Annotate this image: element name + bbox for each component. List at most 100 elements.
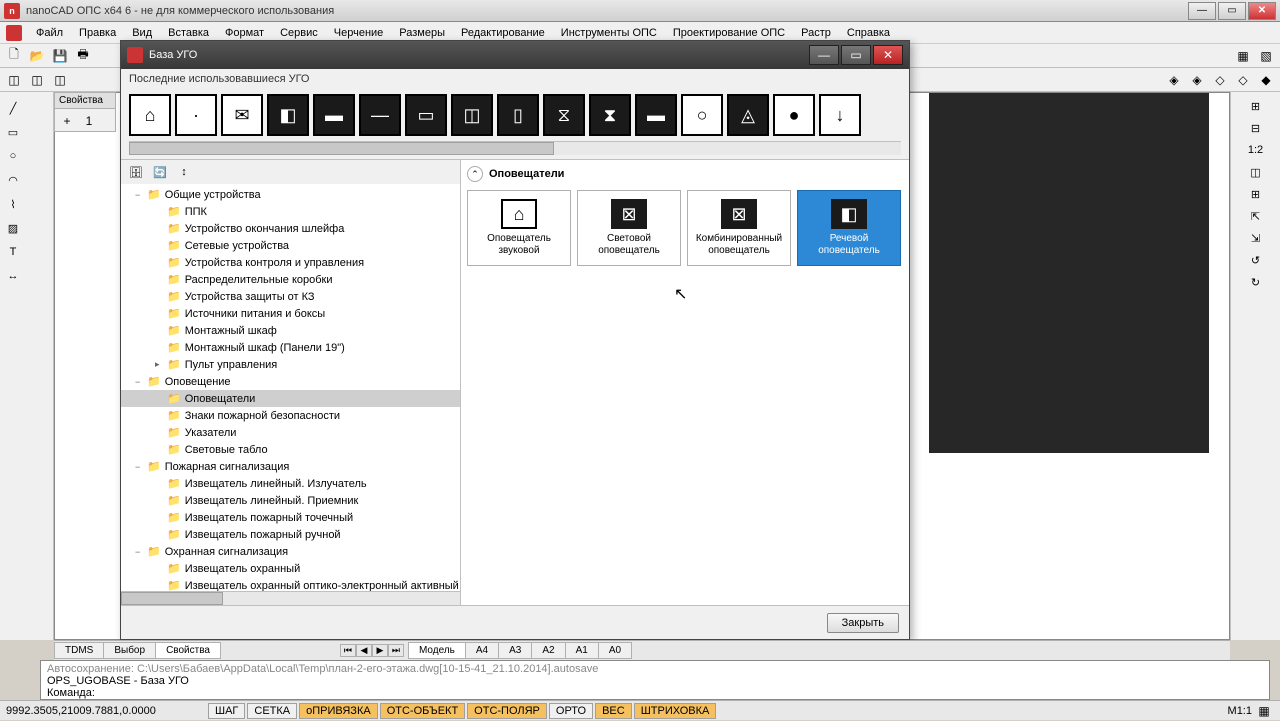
status-toggle[interactable]: ШАГ bbox=[208, 703, 245, 719]
recent-item[interactable]: — bbox=[359, 94, 401, 136]
menu-item[interactable]: Файл bbox=[28, 25, 71, 41]
status-toggle[interactable]: ОТС-ОБЪЕКТ bbox=[380, 703, 465, 719]
rt4-icon[interactable]: ⊞ bbox=[1245, 184, 1267, 204]
close-button[interactable]: ✕ bbox=[1248, 2, 1276, 20]
layers2-icon[interactable]: ▧ bbox=[1256, 46, 1276, 66]
recent-item[interactable]: ⧗ bbox=[589, 94, 631, 136]
menu-item[interactable]: Формат bbox=[217, 25, 272, 41]
tree-node[interactable]: 📁Источники питания и боксы bbox=[121, 305, 460, 322]
cube4-icon[interactable]: ◇ bbox=[1233, 70, 1253, 90]
panel-tab[interactable]: Выбор bbox=[103, 642, 156, 659]
status-toggle[interactable]: ШТРИХОВКА bbox=[634, 703, 717, 719]
dialog-close-button[interactable]: ✕ bbox=[873, 45, 903, 65]
menu-item[interactable]: Растр bbox=[793, 25, 839, 41]
db2-icon[interactable]: ◫ bbox=[27, 70, 47, 90]
prop-add-icon[interactable]: + bbox=[57, 111, 77, 131]
tree-node[interactable]: 📁Извещатель охранный bbox=[121, 560, 460, 577]
layers-icon[interactable]: ▦ bbox=[1233, 46, 1253, 66]
tree-node[interactable]: 📁Извещатель линейный. Излучатель bbox=[121, 475, 460, 492]
tree-node[interactable]: 📁Указатели bbox=[121, 424, 460, 441]
db3-icon[interactable]: ◫ bbox=[50, 70, 70, 90]
close-dialog-button[interactable]: Закрыть bbox=[827, 613, 899, 633]
menu-item[interactable]: Инструменты ОПС bbox=[553, 25, 665, 41]
status-toggle[interactable]: ОТС-ПОЛЯР bbox=[467, 703, 547, 719]
grid-item[interactable]: ⊠Комбинированный оповещатель bbox=[687, 190, 791, 266]
tree-node[interactable]: 📁Световые табло bbox=[121, 441, 460, 458]
rt7-icon[interactable]: ↺ bbox=[1245, 250, 1267, 270]
sheet-tab[interactable]: A4 bbox=[465, 642, 499, 659]
menu-item[interactable]: Проектирование ОПС bbox=[665, 25, 793, 41]
tree-node[interactable]: 📁Извещатель пожарный точечный bbox=[121, 509, 460, 526]
rect-icon[interactable]: ▭ bbox=[2, 121, 24, 143]
dialog-titlebar[interactable]: База УГО — ▭ ✕ bbox=[121, 41, 909, 69]
arc-icon[interactable]: ◠ bbox=[2, 169, 24, 191]
recent-item[interactable]: ● bbox=[773, 94, 815, 136]
dialog-maximize-button[interactable]: ▭ bbox=[841, 45, 871, 65]
tree-node[interactable]: −📁Общие устройства bbox=[121, 186, 460, 203]
recent-item[interactable]: ▭ bbox=[405, 94, 447, 136]
tree-node[interactable]: 📁ППК bbox=[121, 203, 460, 220]
tree-node[interactable]: 📁Знаки пожарной безопасности bbox=[121, 407, 460, 424]
tree-node[interactable]: 📁Распределительные коробки bbox=[121, 271, 460, 288]
rt1-icon[interactable]: ⊞ bbox=[1245, 96, 1267, 116]
sheet-tab[interactable]: Модель bbox=[408, 642, 466, 659]
minimize-button[interactable]: — bbox=[1188, 2, 1216, 20]
status-toggle[interactable]: ОРТО bbox=[549, 703, 593, 719]
tree-node[interactable]: ▸📁Пульт управления bbox=[121, 356, 460, 373]
tree-node[interactable]: 📁Устройства защиты от КЗ bbox=[121, 288, 460, 305]
tree-node[interactable]: −📁Пожарная сигнализация bbox=[121, 458, 460, 475]
open-icon[interactable]: 📂 bbox=[27, 46, 47, 66]
new-icon[interactable]: 🗋 bbox=[4, 46, 24, 66]
cube3-icon[interactable]: ◇ bbox=[1210, 70, 1230, 90]
recent-item[interactable]: ⌂ bbox=[129, 94, 171, 136]
polyline-icon[interactable]: ⌇ bbox=[2, 193, 24, 215]
text-icon[interactable]: T bbox=[2, 241, 24, 263]
sheet-nav[interactable]: ⏮◀▶⏭ bbox=[340, 644, 404, 657]
tree-node[interactable]: 📁Сетевые устройства bbox=[121, 237, 460, 254]
rt8-icon[interactable]: ↻ bbox=[1245, 272, 1267, 292]
sheet-tab[interactable]: A0 bbox=[598, 642, 632, 659]
tree-node[interactable]: 📁Монтажный шкаф (Панели 19") bbox=[121, 339, 460, 356]
cube2-icon[interactable]: ◈ bbox=[1187, 70, 1207, 90]
dialog-minimize-button[interactable]: — bbox=[809, 45, 839, 65]
recent-item[interactable]: ◧ bbox=[267, 94, 309, 136]
rt6-icon[interactable]: ⇲ bbox=[1245, 228, 1267, 248]
menu-item[interactable]: Вид bbox=[124, 25, 160, 41]
tree-node[interactable]: 📁Извещатель пожарный ручной bbox=[121, 526, 460, 543]
recent-item[interactable]: ⧖ bbox=[543, 94, 585, 136]
menu-item[interactable]: Вставка bbox=[160, 25, 217, 41]
tree-node[interactable]: −📁Оповещение bbox=[121, 373, 460, 390]
recent-item[interactable]: ▬ bbox=[313, 94, 355, 136]
sheet-tab[interactable]: A2 bbox=[531, 642, 565, 659]
tree-node[interactable]: 📁Оповещатели bbox=[121, 390, 460, 407]
cube5-icon[interactable]: ◆ bbox=[1256, 70, 1276, 90]
hatch-icon[interactable]: ▨ bbox=[2, 217, 24, 239]
rt5-icon[interactable]: ⇱ bbox=[1245, 206, 1267, 226]
maximize-button[interactable]: ▭ bbox=[1218, 2, 1246, 20]
sheet-tab[interactable]: A1 bbox=[565, 642, 599, 659]
status-grid-icon[interactable]: ▦ bbox=[1254, 701, 1274, 721]
recent-item[interactable]: ▬ bbox=[635, 94, 677, 136]
tree-db-icon[interactable]: 🗄 bbox=[127, 163, 145, 181]
sheet-tab[interactable]: A3 bbox=[498, 642, 532, 659]
category-tree[interactable]: −📁Общие устройства📁ППК📁Устройство оконча… bbox=[121, 184, 460, 591]
tree-hscrollbar[interactable] bbox=[121, 591, 460, 605]
recent-item[interactable]: ◫ bbox=[451, 94, 493, 136]
tree-sort-icon[interactable]: ↕ bbox=[175, 163, 193, 181]
tree-refresh-icon[interactable]: 🔄 bbox=[151, 163, 169, 181]
dim-icon[interactable]: ↔ bbox=[2, 265, 24, 287]
circle-icon[interactable]: ○ bbox=[2, 145, 24, 167]
cube1-icon[interactable]: ◈ bbox=[1164, 70, 1184, 90]
rt2-icon[interactable]: ⊟ bbox=[1245, 118, 1267, 138]
line-icon[interactable]: ╱ bbox=[2, 97, 24, 119]
db-icon[interactable]: ◫ bbox=[4, 70, 24, 90]
grid-item[interactable]: ⌂Оповещатель звуковой bbox=[467, 190, 571, 266]
recent-item[interactable]: ◬ bbox=[727, 94, 769, 136]
recent-item[interactable]: ▯ bbox=[497, 94, 539, 136]
app-menu-icon[interactable] bbox=[6, 25, 22, 41]
tree-node[interactable]: 📁Извещатель линейный. Приемник bbox=[121, 492, 460, 509]
tree-node[interactable]: 📁Извещатель охранный оптико-электронный … bbox=[121, 577, 460, 591]
tree-node[interactable]: −📁Охранная сигнализация bbox=[121, 543, 460, 560]
rt3-icon[interactable]: ◫ bbox=[1245, 162, 1267, 182]
recent-item[interactable]: ○ bbox=[681, 94, 723, 136]
